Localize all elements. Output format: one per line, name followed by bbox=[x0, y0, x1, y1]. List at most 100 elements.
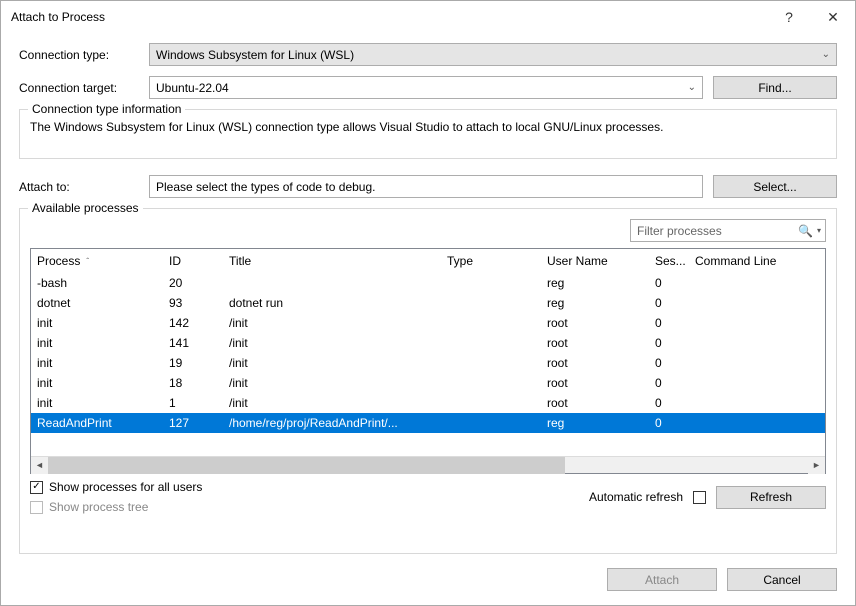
cell: /init bbox=[223, 336, 441, 350]
cell: dotnet bbox=[31, 296, 163, 310]
scroll-thumb[interactable] bbox=[48, 457, 565, 474]
select-button[interactable]: Select... bbox=[713, 175, 837, 198]
cell: reg bbox=[541, 276, 649, 290]
connection-type-label: Connection type: bbox=[19, 48, 139, 62]
cell: dotnet run bbox=[223, 296, 441, 310]
process-grid: Process ˆ ID Title Type User Name Ses...… bbox=[30, 248, 826, 474]
cell: 19 bbox=[163, 356, 223, 370]
cell: root bbox=[541, 376, 649, 390]
scroll-track[interactable] bbox=[48, 457, 808, 474]
connection-type-info-group: Connection type information The Windows … bbox=[19, 109, 837, 159]
table-row[interactable]: init1/init root0 bbox=[31, 393, 825, 413]
filter-processes-field[interactable]: Filter processes 🔍 ▾ bbox=[630, 219, 826, 242]
connection-info-text: The Windows Subsystem for Linux (WSL) co… bbox=[30, 120, 826, 134]
table-row[interactable]: init18/init root0 bbox=[31, 373, 825, 393]
titlebar: Attach to Process ? ✕ bbox=[1, 1, 855, 33]
column-id[interactable]: ID bbox=[163, 249, 223, 273]
checkbox-unchecked-icon bbox=[30, 501, 43, 514]
cell: /home/reg/proj/ReadAndPrint/... bbox=[223, 416, 441, 430]
attach-to-process-dialog: Attach to Process ? ✕ Connection type: W… bbox=[0, 0, 856, 606]
grid-header: Process ˆ ID Title Type User Name Ses...… bbox=[31, 249, 825, 273]
column-session[interactable]: Ses... bbox=[649, 249, 689, 273]
cell: 0 bbox=[649, 296, 689, 310]
cell: /init bbox=[223, 396, 441, 410]
attach-to-field[interactable]: Please select the types of code to debug… bbox=[149, 175, 703, 198]
chevron-down-icon: ⌄ bbox=[822, 49, 830, 60]
help-button[interactable]: ? bbox=[767, 1, 811, 33]
cell: 0 bbox=[649, 356, 689, 370]
connection-target-combo[interactable]: Ubuntu-22.04 ⌄ bbox=[149, 76, 703, 99]
column-type[interactable]: Type bbox=[441, 249, 541, 273]
connection-target-value: Ubuntu-22.04 bbox=[156, 81, 229, 95]
table-row[interactable]: dotnet93dotnet run reg0 bbox=[31, 293, 825, 313]
scroll-left-icon[interactable]: ◄ bbox=[31, 457, 48, 474]
grid-body: -bash20reg0dotnet93dotnet runreg0init142… bbox=[31, 273, 825, 456]
cell: 127 bbox=[163, 416, 223, 430]
available-processes-legend: Available processes bbox=[28, 201, 143, 215]
column-title[interactable]: Title bbox=[223, 249, 441, 273]
cell: 0 bbox=[649, 396, 689, 410]
cell: 20 bbox=[163, 276, 223, 290]
table-row[interactable]: -bash20 reg0 bbox=[31, 273, 825, 293]
find-button[interactable]: Find... bbox=[713, 76, 837, 99]
cell: root bbox=[541, 396, 649, 410]
refresh-button[interactable]: Refresh bbox=[716, 486, 826, 509]
cancel-button[interactable]: Cancel bbox=[727, 568, 837, 591]
cell: 0 bbox=[649, 416, 689, 430]
automatic-refresh-label: Automatic refresh bbox=[589, 490, 683, 504]
cell: 0 bbox=[649, 336, 689, 350]
connection-type-value: Windows Subsystem for Linux (WSL) bbox=[156, 48, 354, 62]
table-row[interactable]: init141/init root0 bbox=[31, 333, 825, 353]
cell: 0 bbox=[649, 276, 689, 290]
connection-type-combo[interactable]: Windows Subsystem for Linux (WSL) ⌄ bbox=[149, 43, 837, 66]
close-button[interactable]: ✕ bbox=[811, 1, 855, 33]
cell: init bbox=[31, 356, 163, 370]
cell: 1 bbox=[163, 396, 223, 410]
cell: reg bbox=[541, 296, 649, 310]
cell: init bbox=[31, 316, 163, 330]
cell: 141 bbox=[163, 336, 223, 350]
attach-button[interactable]: Attach bbox=[607, 568, 717, 591]
cell: 0 bbox=[649, 316, 689, 330]
attach-to-label: Attach to: bbox=[19, 180, 139, 194]
scroll-right-icon[interactable]: ► bbox=[808, 457, 825, 474]
cell: /init bbox=[223, 316, 441, 330]
connection-info-legend: Connection type information bbox=[28, 102, 185, 116]
cell: root bbox=[541, 316, 649, 330]
table-row[interactable]: init19/init root0 bbox=[31, 353, 825, 373]
cell: ReadAndPrint bbox=[31, 416, 163, 430]
cell: 0 bbox=[649, 376, 689, 390]
cell: 142 bbox=[163, 316, 223, 330]
show-all-users-checkbox[interactable]: ✓ Show processes for all users bbox=[30, 480, 202, 494]
chevron-down-icon: ⌄ bbox=[688, 82, 696, 93]
show-process-tree-checkbox[interactable]: Show process tree bbox=[30, 500, 202, 514]
cell: root bbox=[541, 356, 649, 370]
cell: root bbox=[541, 336, 649, 350]
window-title: Attach to Process bbox=[11, 10, 767, 24]
column-user-name[interactable]: User Name bbox=[541, 249, 649, 273]
filter-placeholder: Filter processes bbox=[637, 224, 722, 238]
checkbox-unchecked-icon bbox=[693, 491, 706, 504]
cell: /init bbox=[223, 356, 441, 370]
automatic-refresh-checkbox[interactable] bbox=[693, 491, 706, 504]
cell: -bash bbox=[31, 276, 163, 290]
cell: init bbox=[31, 396, 163, 410]
column-command-line[interactable]: Command Line bbox=[689, 249, 825, 273]
column-process[interactable]: Process ˆ bbox=[31, 249, 163, 273]
table-row[interactable]: init142/init root0 bbox=[31, 313, 825, 333]
horizontal-scrollbar[interactable]: ◄ ► bbox=[31, 456, 825, 473]
cell: 93 bbox=[163, 296, 223, 310]
available-processes-group: Available processes Filter processes 🔍 ▾… bbox=[19, 208, 837, 554]
cell: init bbox=[31, 336, 163, 350]
search-icon: 🔍 bbox=[798, 224, 813, 238]
checkbox-checked-icon: ✓ bbox=[30, 481, 43, 494]
connection-target-label: Connection target: bbox=[19, 81, 139, 95]
cell: reg bbox=[541, 416, 649, 430]
chevron-down-icon: ▾ bbox=[817, 226, 821, 235]
cell: 18 bbox=[163, 376, 223, 390]
attach-to-placeholder: Please select the types of code to debug… bbox=[156, 180, 375, 194]
cell: /init bbox=[223, 376, 441, 390]
table-row[interactable]: ReadAndPrint127/home/reg/proj/ReadAndPri… bbox=[31, 413, 825, 433]
cell: init bbox=[31, 376, 163, 390]
sort-ascending-icon: ˆ bbox=[86, 257, 89, 266]
